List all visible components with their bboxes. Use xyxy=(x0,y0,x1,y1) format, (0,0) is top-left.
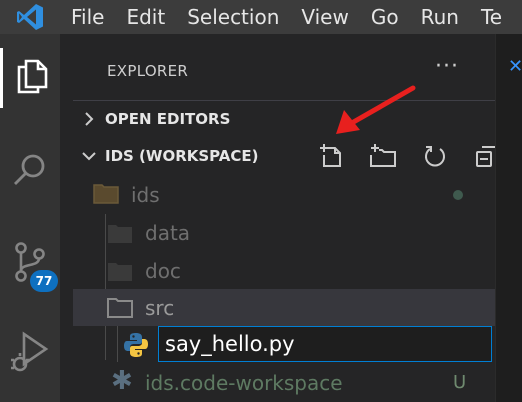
editor-area: ✕ xyxy=(495,34,522,402)
menu-terminal[interactable]: Te xyxy=(470,5,513,29)
more-actions-button[interactable]: ··· xyxy=(435,54,459,79)
open-editors-label: OPEN EDITORS xyxy=(105,110,231,128)
explorer-header: EXPLORER ··· xyxy=(73,54,495,88)
explorer-sidebar: EXPLORER ··· OPEN EDITORS IDS (WORKSPACE… xyxy=(73,34,497,402)
title-bar: File Edit Selection View Go Run Te xyxy=(0,0,522,34)
new-file-icon[interactable] xyxy=(305,138,357,174)
settings-file-icon: ✱ xyxy=(111,366,133,396)
folder-icon xyxy=(93,182,119,208)
activity-bar: 77 xyxy=(0,34,60,402)
menu-view[interactable]: View xyxy=(290,5,359,29)
menu-file[interactable]: File xyxy=(60,5,115,29)
files-icon xyxy=(14,57,50,99)
open-editors-section[interactable]: OPEN EDITORS xyxy=(73,100,495,137)
search-icon xyxy=(11,151,49,193)
menu-go[interactable]: Go xyxy=(360,5,410,29)
explorer-title: EXPLORER xyxy=(107,62,189,80)
workspace-label: IDS (WORKSPACE) xyxy=(105,147,259,165)
refresh-icon[interactable] xyxy=(409,138,461,174)
chevron-right-icon xyxy=(73,111,105,127)
new-file-name-input[interactable] xyxy=(158,326,492,362)
activity-explorer[interactable] xyxy=(0,48,60,108)
folder-ids[interactable]: ids xyxy=(73,176,495,213)
python-file-icon xyxy=(123,332,149,362)
menu-selection[interactable]: Selection xyxy=(176,5,290,29)
new-folder-icon[interactable] xyxy=(357,138,409,174)
vscode-logo-icon xyxy=(0,0,60,34)
folder-open-icon xyxy=(107,296,133,322)
folder-label: ids xyxy=(131,182,160,207)
folder-icon xyxy=(107,222,133,248)
workspace-actions xyxy=(305,138,513,174)
run-debug-icon xyxy=(10,330,50,378)
folder-label: src xyxy=(145,295,175,320)
workspace-section[interactable]: IDS (WORKSPACE) xyxy=(73,138,497,174)
modified-indicator xyxy=(453,190,463,200)
untracked-status: U xyxy=(453,372,467,393)
folder-src[interactable]: src xyxy=(73,289,495,326)
source-control-badge: 77 xyxy=(30,270,58,292)
activity-run-debug[interactable] xyxy=(0,324,60,384)
folder-doc[interactable]: doc xyxy=(73,252,495,289)
activity-search[interactable] xyxy=(0,142,60,202)
folder-label: data xyxy=(145,220,191,245)
menu-run[interactable]: Run xyxy=(410,5,470,29)
folder-label: doc xyxy=(145,258,181,283)
file-ids-code-workspace[interactable]: ✱ ids.code-workspace U xyxy=(73,364,495,401)
folder-data[interactable]: data xyxy=(73,214,495,251)
menu-bar: File Edit Selection View Go Run Te xyxy=(60,0,513,34)
folder-icon xyxy=(107,260,133,286)
file-label: ids.code-workspace xyxy=(145,370,343,395)
menu-edit[interactable]: Edit xyxy=(115,5,176,29)
activity-source-control[interactable]: 77 xyxy=(0,234,60,294)
chevron-down-icon xyxy=(73,150,105,162)
close-icon[interactable]: ✕ xyxy=(508,56,522,77)
